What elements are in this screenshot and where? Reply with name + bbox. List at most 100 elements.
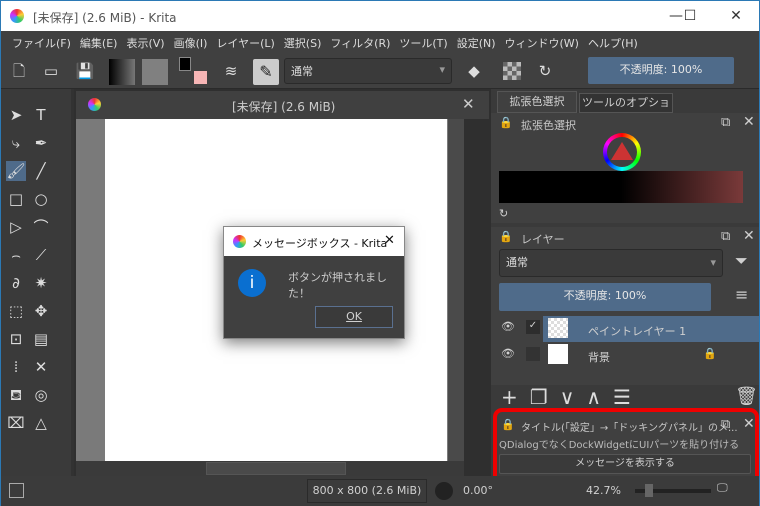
color-sliders[interactable] (499, 171, 743, 203)
open-document-icon[interactable]: ▭ (41, 61, 61, 81)
fill-icon[interactable]: ⛾ (6, 385, 26, 405)
visibility-icon[interactable]: 👁 (501, 347, 515, 360)
layer-name[interactable]: 背景 (588, 349, 610, 365)
hue-ring[interactable] (603, 133, 641, 171)
krita-logo-icon (10, 9, 24, 23)
menu-file[interactable]: ファイル(F) (9, 31, 77, 53)
blend-mode-select[interactable]: 通常 ▾ (284, 58, 452, 84)
horizontal-scrollbar[interactable] (76, 461, 464, 476)
lock-icon[interactable]: 🔒 (499, 116, 513, 129)
save-icon[interactable]: 💾 (75, 61, 95, 81)
calligraphy-icon[interactable]: ✒ (31, 133, 51, 153)
dialog-title-bar: メッセージボックス - Krita ✕ (224, 227, 404, 256)
select-icon[interactable]: ➤ (6, 105, 26, 125)
ellipse-icon[interactable]: ○ (31, 189, 51, 209)
reload-preset-icon[interactable]: ↻ (535, 61, 555, 81)
image-size[interactable]: 800 x 800 (2.6 MiB) (307, 479, 427, 503)
eraser-icon[interactable]: ◆ (464, 61, 484, 81)
dynamic-brush-icon[interactable]: ∂ (6, 273, 26, 293)
multibrush-icon[interactable]: ✷ (31, 273, 51, 293)
measure-icon[interactable]: △ (31, 413, 51, 433)
lock-icon[interactable]: 🔒 (499, 230, 513, 243)
message-dialog: メッセージボックス - Krita ✕ i ボタンが押されました！ OK (223, 226, 405, 339)
ok-button[interactable]: OK (315, 306, 393, 328)
document-window-title: [未保存] (2.6 MiB) ✕ (76, 91, 489, 119)
dialog-close-button[interactable]: ✕ (384, 233, 395, 248)
edit-shapes-icon[interactable]: ⤷ (6, 133, 26, 153)
move-icon[interactable]: ✥ (31, 301, 51, 321)
lock-icon[interactable]: 🔒 (703, 347, 717, 360)
tab-tool-options[interactable]: ツールのオプション (579, 93, 673, 127)
transform-icon[interactable]: ⬚ (6, 301, 26, 321)
move-up-icon[interactable]: ∧ (586, 385, 613, 409)
filter-icon[interactable]: ⏷ (735, 251, 748, 271)
background-color-swatch[interactable] (194, 71, 207, 84)
scrollbar-thumb[interactable] (206, 462, 346, 475)
visibility-icon[interactable]: 👁 (501, 320, 515, 333)
float-panel-icon[interactable]: ⧉ (721, 115, 730, 130)
menu-layer[interactable]: レイヤー(L) (213, 31, 280, 53)
layer-blend-select[interactable]: 通常 ▾ (499, 249, 723, 277)
gradient-preset-button[interactable] (109, 59, 135, 85)
brush-icon[interactable]: 🖌 (6, 161, 26, 181)
float-panel-icon[interactable]: ⧉ (721, 229, 730, 244)
smart-patch-icon[interactable]: ✕ (31, 357, 51, 377)
menu-edit[interactable]: 編集(E) (77, 31, 124, 53)
new-document-icon[interactable]: 🗋 (9, 61, 29, 81)
foreground-color-swatch[interactable] (179, 57, 191, 71)
maximize-button[interactable]: ☐ (675, 5, 705, 27)
menu-image[interactable]: 画像(I) (171, 31, 214, 53)
rectangle-icon[interactable]: □ (6, 189, 26, 209)
add-layer-icon[interactable]: + (501, 385, 530, 409)
pattern-preset-button[interactable] (142, 59, 168, 85)
brush-preset-icon[interactable]: ✎ (253, 59, 279, 85)
layer-checkbox[interactable]: ✓ (526, 320, 540, 334)
layer-checkbox[interactable] (526, 347, 540, 361)
polygon-icon[interactable]: ▷ (6, 217, 26, 237)
brush-settings-icon[interactable]: ≋ (221, 61, 241, 81)
close-panel-icon[interactable]: ✕ (743, 114, 755, 130)
assistant-icon[interactable]: ⌧ (6, 413, 26, 433)
menu-view[interactable]: 表示(V) (123, 31, 170, 53)
gradient-icon[interactable]: ▤ (31, 329, 51, 349)
line-icon[interactable]: ╱ (31, 161, 51, 181)
menu-icon[interactable]: ≡ (735, 285, 748, 304)
text-icon[interactable]: T (31, 105, 51, 125)
zoom-slider[interactable] (635, 484, 711, 497)
delete-layer-icon[interactable]: 🗑 (735, 386, 758, 407)
bezier-icon[interactable]: ⌢ (6, 245, 26, 265)
menu-filter[interactable]: フィルタ(R) (327, 31, 396, 53)
duplicate-icon[interactable]: ❐ (530, 385, 560, 409)
title-bar: [未保存] (2.6 MiB) - Krita — ☐ ✕ (1, 1, 759, 31)
close-document-icon[interactable]: ✕ (462, 95, 475, 113)
window-title: [未保存] (2.6 MiB) - Krita (33, 11, 177, 25)
close-button[interactable]: ✕ (721, 5, 751, 27)
color-picker-icon[interactable]: ⦙ (6, 357, 26, 377)
freehand-path-icon[interactable]: ⟋ (31, 245, 51, 265)
layer-thumbnail (548, 318, 568, 338)
dialog-title: メッセージボックス - Krita (252, 237, 388, 250)
layer-opacity-slider[interactable]: 不透明度: 100% (499, 283, 711, 311)
polyline-icon[interactable]: ⌒ (31, 217, 51, 237)
menu-help[interactable]: ヘルプ(H) (585, 31, 644, 53)
vertical-scrollbar[interactable] (448, 119, 464, 461)
canvas-only-icon[interactable]: 🖵 (717, 481, 728, 495)
selection-icon[interactable] (9, 483, 24, 498)
properties-icon[interactable]: ☰ (613, 385, 643, 409)
move-down-icon[interactable]: ∨ (560, 385, 587, 409)
enclosed-fill-icon[interactable]: ◎ (31, 385, 51, 405)
refresh-icon[interactable]: ↻ (499, 207, 508, 220)
toolbar: 🗋 ▭ 💾 ≋ ✎ 通常 ▾ ◆ ↻ 不透明度: 100% (1, 53, 759, 89)
opacity-slider[interactable]: 不透明度: 100% (588, 57, 734, 84)
tab-advanced-color-selector[interactable]: 拡張色選択 (497, 91, 577, 113)
menu-select[interactable]: 選択(S) (281, 31, 328, 53)
rotation-dial[interactable] (435, 482, 453, 500)
layer-actions: +❐∨∧☰ (501, 385, 643, 409)
layer-name[interactable]: ペイントレイヤー 1 (588, 323, 686, 339)
close-panel-icon[interactable]: ✕ (743, 228, 755, 244)
alpha-lock-icon[interactable] (503, 62, 521, 80)
menu-window[interactable]: ウィンドウ(W) (502, 31, 585, 53)
menu-tools[interactable]: ツール(T) (396, 31, 453, 53)
menu-settings[interactable]: 設定(N) (454, 31, 502, 53)
crop-icon[interactable]: ⊡ (6, 329, 26, 349)
